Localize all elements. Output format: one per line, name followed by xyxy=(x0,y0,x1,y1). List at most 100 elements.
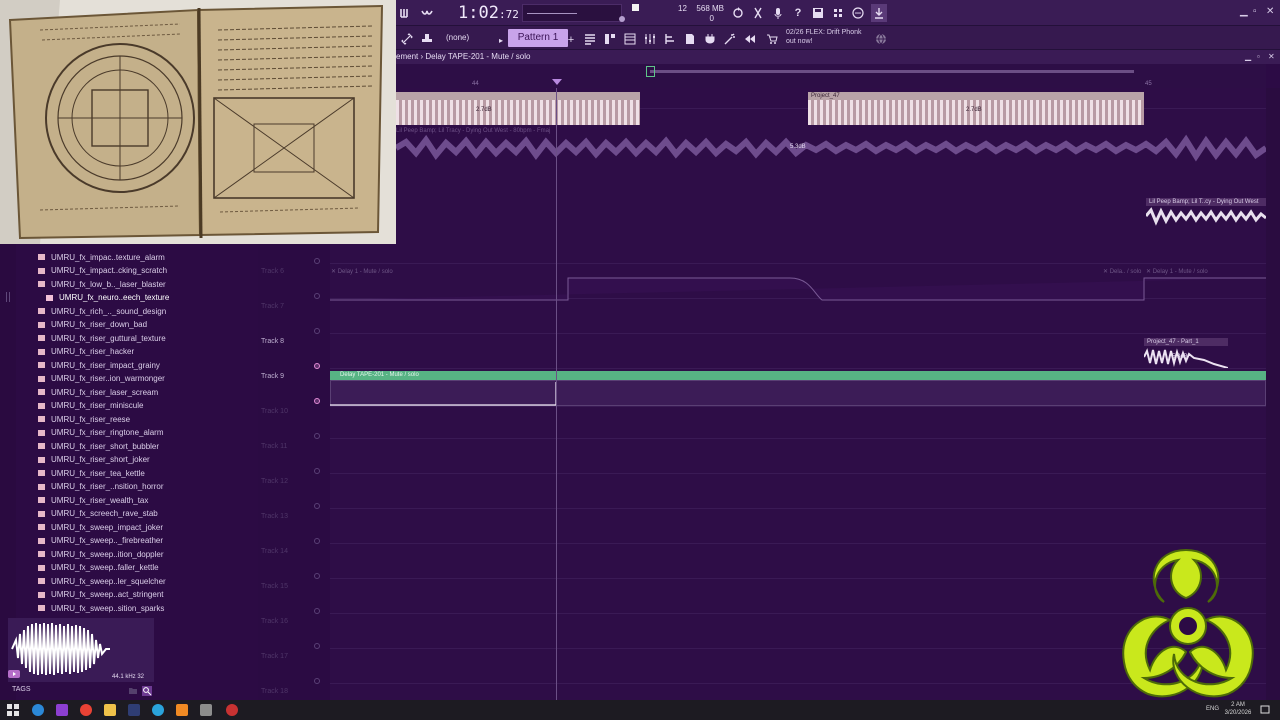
browser-item[interactable]: UMRU_fx_riser_guttural_texture xyxy=(38,332,166,345)
browser-item[interactable]: UMRU_fx_sweep..ition_doppler xyxy=(38,548,164,561)
mixer-icon[interactable] xyxy=(643,30,657,48)
track-mute-icon[interactable] xyxy=(314,678,320,684)
track-mute-icon[interactable] xyxy=(314,538,320,544)
minimize-icon[interactable]: ▁ xyxy=(1240,6,1248,17)
automation-clip-title[interactable]: ✕ Dela.. / solo xyxy=(1103,268,1141,275)
start-icon[interactable] xyxy=(7,704,19,716)
track-label[interactable]: Track 8 xyxy=(261,338,284,345)
browser-item[interactable]: UMRU_fx_impact..cking_scratch xyxy=(38,264,167,277)
tempo-slider[interactable] xyxy=(522,4,622,22)
download-icon[interactable] xyxy=(871,4,887,22)
clip-title[interactable]: Lil Peep Bamp; Lil T..cy - Dying Out Wes… xyxy=(1146,198,1266,206)
maximize-icon[interactable]: ▫ xyxy=(1253,6,1257,17)
export-icon[interactable] xyxy=(831,4,845,22)
playlist-minimize-icon[interactable]: ▁ xyxy=(1245,52,1251,61)
browser-item[interactable]: UMRU_fx_riser..ion_warmonger xyxy=(38,372,165,385)
track-mute-icon[interactable] xyxy=(314,433,320,439)
browser-item[interactable]: UMRU_fx_impac..texture_alarm xyxy=(38,251,165,264)
app-icon[interactable] xyxy=(200,704,212,716)
pattern-selector[interactable]: Pattern 1 xyxy=(508,29,568,47)
news-ticker[interactable]: 02/26 FLEX: Drift Phonk out now! xyxy=(786,28,878,46)
browser-item[interactable]: UMRU_fx_sweep..act_stringent xyxy=(38,588,164,601)
track-mute-icon[interactable] xyxy=(314,398,320,404)
clip-title[interactable]: Project_47 - Part_1 xyxy=(1144,338,1228,346)
save-icon[interactable] xyxy=(811,4,825,22)
track-mute-icon[interactable] xyxy=(314,503,320,509)
track-label[interactable]: Track 18 xyxy=(261,688,288,695)
playlist-icon[interactable] xyxy=(583,30,597,48)
language-indicator[interactable]: ENG xyxy=(1206,706,1219,712)
automation-clip[interactable] xyxy=(330,276,1266,302)
track-label[interactable]: Track 13 xyxy=(261,513,288,520)
loop-icon[interactable] xyxy=(731,4,745,22)
globe-icon[interactable] xyxy=(874,30,888,48)
telegram-icon[interactable] xyxy=(152,704,164,716)
record-icon[interactable] xyxy=(226,704,238,716)
browser-item[interactable]: UMRU_fx_riser_short_joker xyxy=(38,453,150,466)
fl-studio-taskbar-icon[interactable] xyxy=(176,704,188,716)
notification-icon[interactable] xyxy=(1260,705,1270,715)
track-label[interactable]: Track 11 xyxy=(261,443,287,450)
system-clock[interactable]: 2 AM 3/20/2026 xyxy=(1220,701,1256,717)
track-mute-icon[interactable] xyxy=(314,468,320,474)
browser-item[interactable]: UMRU_fx_riser_impact_grainy xyxy=(38,359,160,372)
fl-logo-icon[interactable] xyxy=(400,4,414,22)
stamp-icon[interactable] xyxy=(420,30,434,48)
browser-item[interactable]: UMRU_fx_sweep_impact_joker xyxy=(38,521,163,534)
browser-item[interactable]: UMRU_fx_sweep.._firebreather xyxy=(38,534,163,547)
track-label[interactable]: Track 7 xyxy=(261,303,284,310)
plugin-icon[interactable] xyxy=(703,30,717,48)
snap-select[interactable]: (none) xyxy=(446,30,492,46)
track-mute-icon[interactable] xyxy=(314,643,320,649)
browser-item[interactable]: UMRU_fx_riser_wealth_tax xyxy=(38,494,148,507)
browser-item[interactable]: UMRU_fx_sweep..sition_sparks xyxy=(38,602,164,615)
browser-item[interactable]: UMRU_fx_riser_reese xyxy=(38,413,130,426)
browser-item[interactable]: UMRU_fx_riser_laser_scream xyxy=(38,386,158,399)
edge-icon[interactable] xyxy=(32,704,44,716)
horizontal-scrollbar[interactable] xyxy=(650,70,1134,73)
cut-icon[interactable] xyxy=(751,4,765,22)
cart-icon[interactable] xyxy=(765,30,779,48)
audio-clip-lil-peep[interactable] xyxy=(1146,206,1266,226)
browser-icon[interactable] xyxy=(663,30,677,48)
browser-item[interactable]: UMRU_fx_riser_down_bad xyxy=(38,318,147,331)
playlist-close-icon[interactable]: ✕ xyxy=(1268,52,1275,61)
track-label[interactable]: Track 9 xyxy=(261,373,284,380)
track-mute-icon[interactable] xyxy=(314,363,320,369)
browser-item[interactable]: UMRU_fx_riser_tea_kettle xyxy=(38,467,145,480)
audio-clip-project47[interactable]: Project_47 2.7dB xyxy=(808,92,1144,125)
track-label[interactable]: Track 15 xyxy=(261,583,288,590)
automation-clip-delay-tape[interactable]: Delay TAPE-201 - Mute / solo xyxy=(330,371,1266,380)
browser-item[interactable]: UMRU_fx_riser_miniscule xyxy=(38,399,143,412)
browser-item[interactable]: UMRU_fx_screech_rave_stab xyxy=(38,507,158,520)
playhead-marker-icon[interactable] xyxy=(552,79,562,85)
track-mute-icon[interactable] xyxy=(314,328,320,334)
explorer-icon[interactable] xyxy=(104,704,116,716)
link-icon[interactable] xyxy=(400,30,414,48)
track-mute-icon[interactable] xyxy=(314,293,320,299)
file-icon[interactable] xyxy=(683,30,697,48)
piano-roll-icon[interactable] xyxy=(603,30,617,48)
browser-item[interactable]: UMRU_fx_neuro..eech_texture xyxy=(46,291,169,304)
playlist-maximize-icon[interactable]: ▫ xyxy=(1257,52,1260,61)
audio-clip[interactable]: 2.7dB xyxy=(396,92,640,125)
menu-icon[interactable] xyxy=(420,4,434,22)
vertical-scrollbar[interactable] xyxy=(1266,88,1280,700)
track-label[interactable]: Track 16 xyxy=(261,618,288,625)
song-position-display[interactable]: 1:02:72 xyxy=(458,2,519,24)
tool-icon[interactable] xyxy=(743,30,757,48)
track-label[interactable]: Track 14 xyxy=(261,548,288,555)
track-mute-icon[interactable] xyxy=(314,258,320,264)
tags-label[interactable]: TAGS xyxy=(12,686,31,693)
pattern-prev-icon[interactable]: ▸ xyxy=(496,31,506,49)
play-preview-icon[interactable] xyxy=(8,670,20,678)
scrollbar-thumb[interactable] xyxy=(646,66,655,77)
browser-item[interactable]: UMRU_fx_riser_short_bubbler xyxy=(38,440,159,453)
folder-icon[interactable] xyxy=(128,686,138,696)
timeline-ruler[interactable] xyxy=(396,64,1266,88)
chrome-icon[interactable] xyxy=(80,704,92,716)
browser-item[interactable]: UMRU_fx_riser_..nsition_horror xyxy=(38,480,163,493)
search-icon[interactable] xyxy=(142,686,152,696)
photoshop-icon[interactable] xyxy=(128,704,140,716)
track-label[interactable]: Track 12 xyxy=(261,478,288,485)
